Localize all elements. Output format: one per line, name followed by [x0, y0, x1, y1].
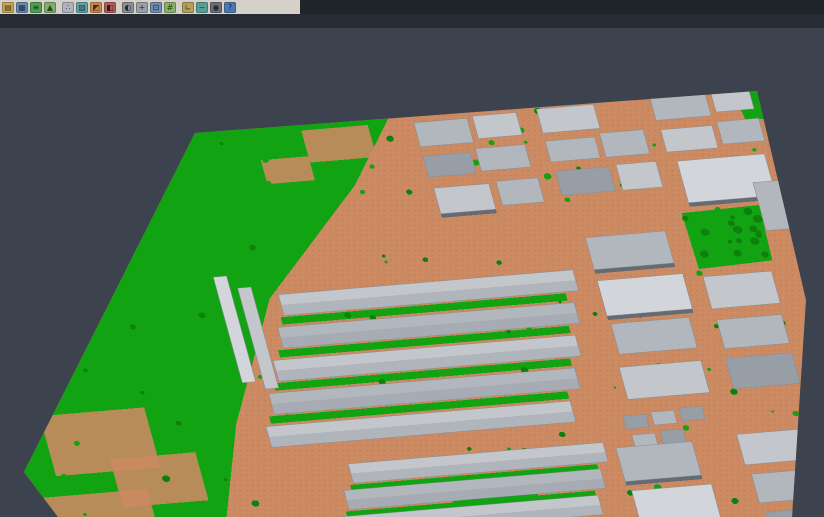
toolbar: ▤▦≡▲ ∴▨◩◧ ◐+⊡# ∟~◉?	[0, 0, 300, 14]
layers-icon[interactable]: ≡	[30, 2, 42, 13]
palette-icon[interactable]: ◧	[104, 2, 116, 13]
classify-icon[interactable]: ◩	[90, 2, 102, 13]
measure-icon[interactable]: ∟	[182, 2, 194, 13]
camera-icon[interactable]: ◉	[210, 2, 222, 13]
title-bar: ▤▦≡▲ ∴▨◩◧ ◐+⊡# ∟~◉?	[0, 0, 824, 14]
help-icon[interactable]: ?	[224, 2, 236, 13]
profile-icon[interactable]: ~	[196, 2, 208, 13]
3d-viewport[interactable]	[0, 28, 824, 517]
points-icon[interactable]: ∴	[62, 2, 74, 13]
scene-svg[interactable]	[0, 28, 824, 517]
menu-strip	[0, 14, 824, 28]
terrain-mesh	[0, 28, 824, 517]
grid-icon[interactable]: #	[164, 2, 176, 13]
settings-icon[interactable]: +	[136, 2, 148, 13]
open-icon[interactable]: ▤	[2, 2, 14, 13]
contrast-icon[interactable]: ◐	[122, 2, 134, 13]
save-icon[interactable]: ▦	[16, 2, 28, 13]
mesh-icon[interactable]: ▨	[76, 2, 88, 13]
zoom-extents-icon[interactable]: ⊡	[150, 2, 162, 13]
terrain-icon[interactable]: ▲	[44, 2, 56, 13]
